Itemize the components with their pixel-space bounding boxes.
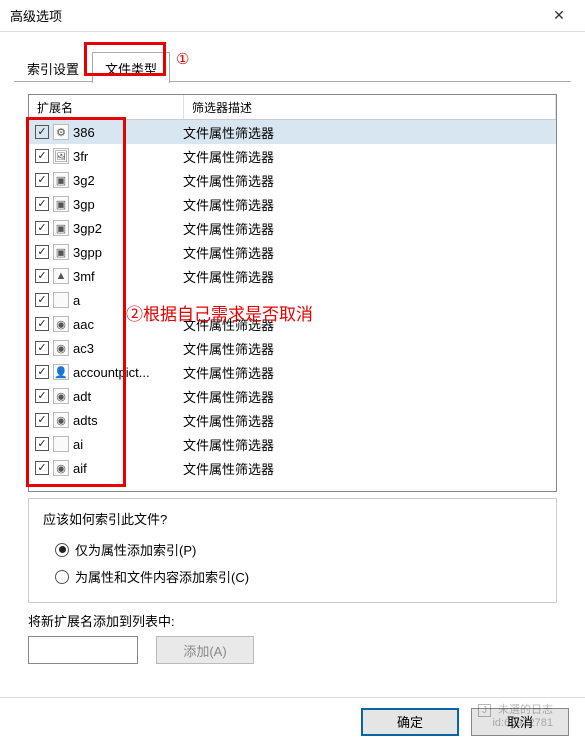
tab-row: 索引设置 文件类型 [0, 32, 585, 82]
checkbox-icon[interactable]: ✓ [35, 437, 49, 451]
filter-description: 文件属性筛选器 [181, 435, 556, 454]
extension-name: 3gpp [73, 245, 181, 260]
list-item[interactable]: ✓ ▣ 3gpp文件属性筛选器 [29, 240, 556, 264]
filetype-icon: ◉ [53, 460, 69, 476]
tab-file-types[interactable]: 文件类型 [92, 52, 170, 83]
extension-name: adts [73, 413, 181, 428]
filter-description: 文件属性筛选器 [181, 387, 556, 406]
filter-description: 文件属性筛选器 [181, 219, 556, 238]
list-item[interactable]: ✓ ▲ 3mf文件属性筛选器 [29, 264, 556, 288]
list-item[interactable]: ✓ ai文件属性筛选器 [29, 432, 556, 456]
filetype-icon: ◉ [53, 340, 69, 356]
extension-name: ac3 [73, 341, 181, 356]
extension-name: adt [73, 389, 181, 404]
annotation-label-2: ②根据自己需求是否取消 [126, 300, 313, 325]
filetype-icon [53, 436, 69, 452]
column-header-extension[interactable]: 扩展名 [29, 95, 184, 119]
index-method-group: 应该如何索引此文件? 仅为属性添加索引(P) 为属性和文件内容添加索引(C) [28, 498, 557, 603]
filetype-icon: ◉ [53, 412, 69, 428]
radio-label: 仅为属性添加索引(P) [75, 540, 196, 559]
extension-name: accountpict... [73, 365, 181, 380]
listview-header: 扩展名 筛选器描述 [29, 95, 556, 120]
extension-name: 3gp2 [73, 221, 181, 236]
filter-description: 文件属性筛选器 [181, 363, 556, 382]
list-item[interactable]: ✓ 🖼 3fr文件属性筛选器 [29, 144, 556, 168]
extension-name: 386 [73, 125, 181, 140]
checkbox-icon[interactable]: ✓ [35, 221, 49, 235]
column-header-description[interactable]: 筛选器描述 [184, 95, 556, 119]
filetype-icon: ◉ [53, 388, 69, 404]
filter-description: 文件属性筛选器 [181, 339, 556, 358]
list-item[interactable]: ✓ ◉ aif文件属性筛选器 [29, 456, 556, 480]
filetype-icon: ▲ [53, 268, 69, 284]
add-button[interactable]: 添加(A) [156, 636, 254, 664]
add-extension-input[interactable] [28, 636, 138, 664]
list-item[interactable]: ✓ 👤 accountpict...文件属性筛选器 [29, 360, 556, 384]
filter-description: 文件属性筛选器 [181, 171, 556, 190]
checkbox-icon[interactable]: ✓ [35, 245, 49, 259]
checkbox-icon[interactable]: ✓ [35, 293, 49, 307]
filter-description: 文件属性筛选器 [181, 411, 556, 430]
extension-name: ai [73, 437, 181, 452]
checkbox-icon[interactable]: ✓ [35, 149, 49, 163]
checkbox-icon[interactable]: ✓ [35, 125, 49, 139]
filetype-icon: ▣ [53, 172, 69, 188]
extension-name: aif [73, 461, 181, 476]
close-icon[interactable]: ✕ [543, 0, 575, 32]
checkbox-icon[interactable]: ✓ [35, 341, 49, 355]
bottom-bar: 确定 取消 [0, 697, 585, 745]
filetype-icon: ▣ [53, 244, 69, 260]
filter-description: 文件属性筛选器 [181, 123, 556, 142]
checkbox-icon[interactable]: ✓ [35, 173, 49, 187]
radio-properties-and-content[interactable]: 为属性和文件内容添加索引(C) [43, 563, 542, 590]
extension-name: 3gp [73, 197, 181, 212]
filetype-icon: ▣ [53, 220, 69, 236]
add-extension-section: 将新扩展名添加到列表中: 添加(A) [28, 611, 557, 664]
list-item[interactable]: ✓ ◉ ac3文件属性筛选器 [29, 336, 556, 360]
radio-icon [55, 543, 69, 557]
checkbox-icon[interactable]: ✓ [35, 317, 49, 331]
add-extension-label: 将新扩展名添加到列表中: [28, 611, 557, 630]
index-method-title: 应该如何索引此文件? [43, 509, 542, 528]
filetype-icon: ◉ [53, 316, 69, 332]
ok-button[interactable]: 确定 [361, 708, 459, 736]
checkbox-icon[interactable]: ✓ [35, 197, 49, 211]
filter-description: 文件属性筛选器 [181, 243, 556, 262]
filetype-icon: 👤 [53, 364, 69, 380]
cancel-button[interactable]: 取消 [471, 708, 569, 736]
filter-description: 文件属性筛选器 [181, 267, 556, 286]
list-item[interactable]: ✓ ◉ adt文件属性筛选器 [29, 384, 556, 408]
checkbox-icon[interactable]: ✓ [35, 413, 49, 427]
list-item[interactable]: ✓ ◉ adts文件属性筛选器 [29, 408, 556, 432]
filter-description: 文件属性筛选器 [181, 195, 556, 214]
extension-name: 3mf [73, 269, 181, 284]
list-item[interactable]: ✓ ⚙ 386文件属性筛选器 [29, 120, 556, 144]
titlebar: 高级选项 ✕ [0, 0, 585, 32]
window-title: 高级选项 [10, 6, 543, 25]
list-item[interactable]: ✓ ▣ 3g2文件属性筛选器 [29, 168, 556, 192]
checkbox-icon[interactable]: ✓ [35, 269, 49, 283]
radio-label: 为属性和文件内容添加索引(C) [75, 567, 249, 586]
checkbox-icon[interactable]: ✓ [35, 461, 49, 475]
list-item[interactable]: ✓ ▣ 3gp文件属性筛选器 [29, 192, 556, 216]
filter-description: 文件属性筛选器 [181, 459, 556, 478]
radio-icon [55, 570, 69, 584]
list-item[interactable]: ✓ ▣ 3gp2文件属性筛选器 [29, 216, 556, 240]
filter-description: 文件属性筛选器 [181, 147, 556, 166]
extension-name: 3g2 [73, 173, 181, 188]
radio-properties-only[interactable]: 仅为属性添加索引(P) [43, 536, 542, 563]
filetype-icon: ⚙ [53, 124, 69, 140]
checkbox-icon[interactable]: ✓ [35, 365, 49, 379]
file-type-listview: 扩展名 筛选器描述 ✓⚙386文件属性筛选器✓🖼3fr文件属性筛选器✓▣3g2文… [28, 94, 557, 492]
filetype-icon: 🖼 [53, 148, 69, 164]
tab-index-settings[interactable]: 索引设置 [14, 52, 92, 83]
extension-name: 3fr [73, 149, 181, 164]
checkbox-icon[interactable]: ✓ [35, 389, 49, 403]
filetype-icon [53, 292, 69, 308]
filetype-icon: ▣ [53, 196, 69, 212]
annotation-label-1: ① [176, 50, 189, 68]
